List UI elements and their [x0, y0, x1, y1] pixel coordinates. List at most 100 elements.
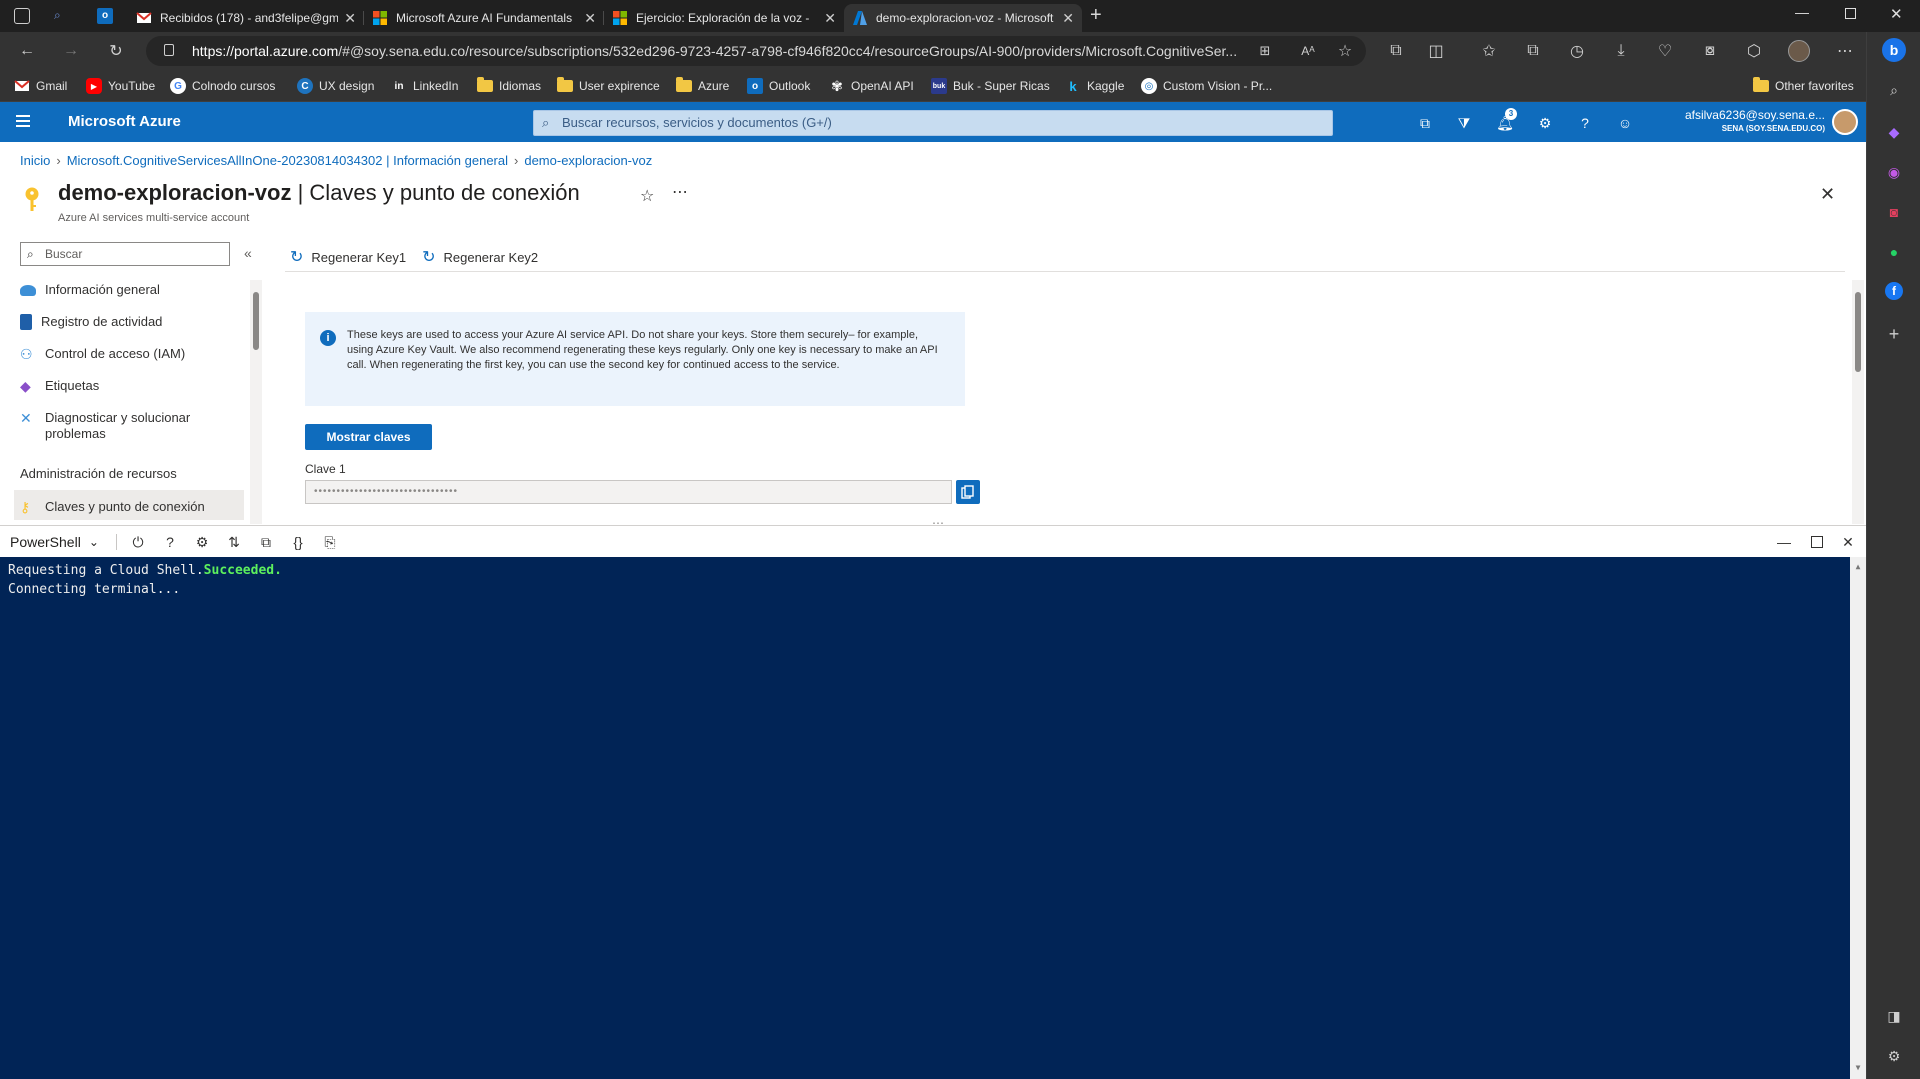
tab-actions-icon[interactable] — [14, 8, 30, 24]
sidebar-item-activity-log[interactable]: Registro de actividad — [20, 314, 162, 330]
upload-download-icon[interactable]: ⇅ — [225, 533, 243, 551]
favorite-kaggle[interactable]: k Kaggle — [1065, 76, 1124, 96]
favorite-openai-api[interactable]: ✾ OpenAI API — [829, 76, 914, 96]
terminal-scrollbar[interactable]: ▲ ▼ — [1850, 557, 1866, 1079]
scrollbar-thumb[interactable] — [253, 292, 259, 350]
favorite-star-icon[interactable]: ☆ — [1334, 40, 1356, 62]
refresh-icon[interactable]: ↻ — [105, 40, 127, 62]
minimize-window-icon[interactable]: — — [1795, 4, 1809, 20]
sidebar-item-keys-endpoint[interactable]: ⚷ Claves y punto de conexión — [14, 490, 244, 520]
whatsapp-icon[interactable]: ● — [1884, 242, 1904, 262]
content-scrollbar[interactable] — [1852, 280, 1864, 524]
sidebar-settings-icon[interactable]: ⚙ — [1884, 1046, 1904, 1066]
key1-field[interactable]: •••••••••••••••••••••••••••••••• — [305, 480, 952, 504]
new-session-icon[interactable]: ⧉ — [257, 533, 275, 551]
favorite-buk[interactable]: buk Buk - Super Ricas — [931, 76, 1050, 96]
app-available-icon[interactable]: ⊞ — [1254, 40, 1276, 62]
favorite-ux-design[interactable]: C UX design — [297, 76, 374, 96]
scroll-up-icon[interactable]: ▲ — [1850, 557, 1866, 576]
history-icon[interactable]: ◷ — [1566, 40, 1588, 62]
breadcrumb-home-link[interactable]: Inicio — [20, 153, 50, 168]
favorite-idiomas[interactable]: Idiomas — [477, 76, 541, 96]
close-icon[interactable]: ✕ — [1062, 10, 1074, 27]
favorite-outlook[interactable]: o Outlook — [747, 76, 810, 96]
close-icon[interactable]: ✕ — [824, 10, 836, 27]
close-icon[interactable]: ✕ — [344, 10, 356, 27]
settings-gear-icon[interactable]: ⚙ — [193, 533, 211, 551]
show-keys-button[interactable]: Mostrar claves — [305, 424, 432, 450]
account-menu[interactable]: afsilva6236@soy.sena.e... SENA (SOY.SENA… — [1640, 108, 1825, 133]
favorite-colnodo[interactable]: G Colnodo cursos — [170, 76, 275, 96]
minimize-shell-icon[interactable]: — — [1775, 533, 1793, 551]
editor-braces-icon[interactable]: {} — [289, 533, 307, 551]
sidebar-item-iam[interactable]: ⚇ Control de acceso (IAM) — [20, 346, 185, 362]
other-favorites[interactable]: Other favorites — [1753, 76, 1854, 96]
pinned-tab-outlook[interactable]: o — [97, 8, 113, 24]
azure-search-input[interactable]: ⌕ Buscar recursos, servicios y documento… — [533, 110, 1333, 136]
close-blade-icon[interactable]: ✕ — [1820, 184, 1835, 205]
forward-icon[interactable]: → — [60, 40, 82, 62]
screenshot-icon[interactable]: ⧇ — [1699, 40, 1721, 62]
blade-search-input[interactable]: ⌕ Buscar — [20, 242, 230, 266]
favorite-custom-vision[interactable]: ◎ Custom Vision - Pr... — [1141, 76, 1272, 96]
shell-type-dropdown[interactable]: PowerShell ⌄ — [10, 534, 99, 550]
performance-icon[interactable]: ♡ — [1654, 40, 1676, 62]
hamburger-menu-icon[interactable] — [16, 115, 30, 127]
downloads-icon[interactable]: ⤓ — [1610, 40, 1632, 62]
tab-gmail[interactable]: Recibidos (178) - and3felipe@gm ✕ — [128, 4, 364, 32]
restore-window-icon[interactable] — [1845, 8, 1856, 19]
scroll-down-icon[interactable]: ▼ — [1850, 1058, 1866, 1077]
favorite-youtube[interactable]: ▶ YouTube — [86, 76, 155, 96]
profile-avatar[interactable] — [1788, 40, 1810, 62]
shopping-icon[interactable]: ◆ — [1884, 122, 1904, 142]
sidebar-item-overview[interactable]: Información general — [20, 282, 160, 297]
sidebar-scrollbar[interactable] — [250, 280, 262, 524]
favorite-star-icon[interactable]: ☆ — [640, 186, 654, 206]
scrollbar-thumb[interactable] — [1855, 292, 1861, 372]
search-icon[interactable]: ⌕ — [1884, 80, 1904, 100]
hide-sidebar-icon[interactable]: ◨ — [1884, 1006, 1904, 1026]
instagram-icon[interactable]: ◙ — [1884, 202, 1904, 222]
maximize-shell-icon[interactable] — [1811, 536, 1823, 548]
regenerate-key1-button[interactable]: ↻ Regenerar Key1 — [290, 247, 406, 267]
url-field[interactable]: https://portal.azure.com/#@soy.sena.edu.… — [146, 36, 1366, 66]
more-options-icon[interactable]: ⋯ — [672, 182, 688, 202]
add-sidebar-app-icon[interactable]: + — [1884, 324, 1904, 344]
favorite-azure[interactable]: Azure — [676, 76, 729, 96]
directory-filter-icon[interactable]: ⧩ — [1454, 113, 1474, 133]
sidebar-item-tags[interactable]: ◆ Etiquetas — [20, 378, 99, 394]
tab-ejercicio[interactable]: Ejercicio: Exploración de la voz - ✕ — [604, 4, 844, 32]
new-tab-button[interactable]: + — [1090, 4, 1102, 27]
settings-gear-icon[interactable]: ⚙ — [1535, 113, 1555, 133]
bing-copilot-icon[interactable]: b — [1882, 38, 1906, 62]
split-screen-icon[interactable]: ◫ — [1425, 40, 1447, 62]
copy-to-clipboard-button[interactable] — [956, 480, 980, 504]
cloud-shell-icon[interactable]: ⧉ — [1415, 113, 1435, 133]
terminal-output[interactable]: Requesting a Cloud Shell.Succeeded. Conn… — [0, 557, 1866, 1079]
pinned-tab[interactable]: ⌕ — [54, 8, 70, 24]
power-restart-icon[interactable]: ⏻ — [129, 533, 147, 551]
sidebar-item-diagnose[interactable]: ✕ Diagnosticar y solucionar problemas — [20, 410, 200, 442]
tab-azure-fundamentals[interactable]: Microsoft Azure AI Fundamentals ✕ — [364, 4, 604, 32]
back-icon[interactable]: ← — [16, 40, 38, 62]
extensions-icon[interactable]: ⧉ — [1385, 40, 1407, 62]
close-shell-icon[interactable]: ✕ — [1839, 533, 1857, 551]
messenger-icon[interactable]: ◉ — [1884, 162, 1904, 182]
breadcrumb-parent-link[interactable]: Microsoft.CognitiveServicesAllInOne-2023… — [67, 153, 508, 168]
favorite-linkedin[interactable]: in LinkedIn — [391, 76, 459, 96]
favorite-user-expirence[interactable]: User expirence — [557, 76, 660, 96]
favorites-icon[interactable]: ✩ — [1478, 40, 1500, 62]
facebook-icon[interactable]: f — [1885, 282, 1903, 300]
regenerate-key2-button[interactable]: ↻ Regenerar Key2 — [422, 247, 538, 267]
read-aloud-icon[interactable]: Aᴬ — [1297, 40, 1319, 62]
tab-demo-exploracion-voz[interactable]: demo-exploracion-voz - Microsoft ✕ — [844, 4, 1082, 32]
favorite-gmail[interactable]: Gmail — [14, 76, 67, 96]
feedback-icon[interactable]: ☺ — [1615, 113, 1635, 133]
help-icon[interactable]: ? — [1575, 113, 1595, 133]
browser-essentials-icon[interactable]: ⬡ — [1743, 40, 1765, 62]
close-icon[interactable]: ✕ — [584, 10, 596, 27]
web-preview-icon[interactable]: ⎘ — [321, 533, 339, 551]
help-icon[interactable]: ? — [161, 533, 179, 551]
breadcrumb-current-link[interactable]: demo-exploracion-voz — [524, 153, 652, 168]
more-menu-icon[interactable]: ⋯ — [1834, 40, 1856, 62]
